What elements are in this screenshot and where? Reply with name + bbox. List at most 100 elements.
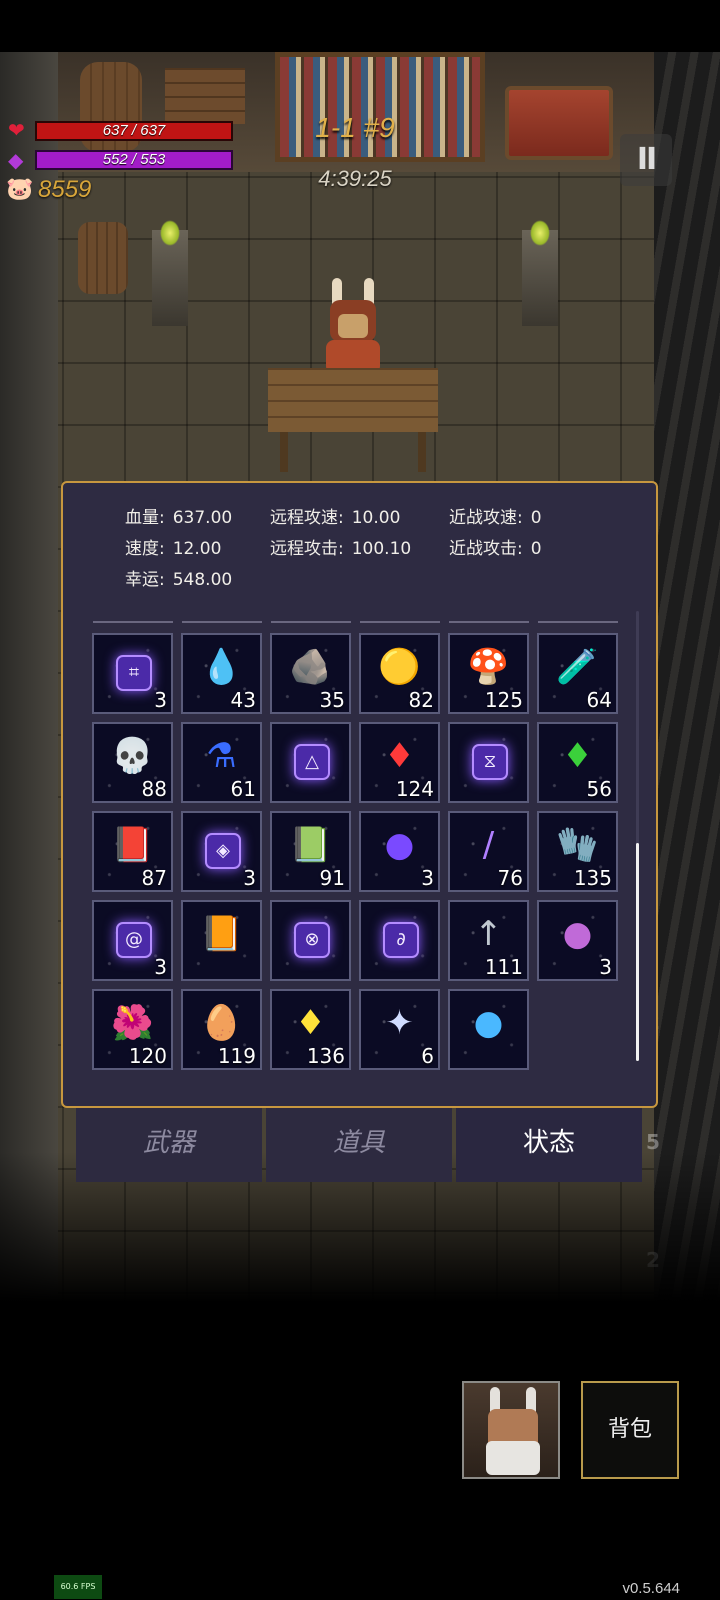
item-count: 76 [497, 866, 523, 890]
item-count: 88 [141, 777, 167, 801]
inventory-slot[interactable]: ● [448, 989, 529, 1070]
heart-icon: ❤ [8, 118, 25, 142]
inventory-slot[interactable]: 🌺 120 [92, 989, 173, 1070]
item-count: 124 [395, 777, 434, 801]
inventory-slot[interactable]: /76 [448, 811, 529, 892]
stat-label: 速度: [125, 539, 165, 559]
tab-status[interactable]: 状态 [456, 1108, 642, 1182]
rune-cross-icon: ⊗ [294, 922, 330, 958]
inventory-slot[interactable]: 🥚 119 [181, 989, 262, 1070]
tab-items[interactable]: 道具 [266, 1108, 452, 1182]
green-potion-icon: 🧪 [556, 647, 599, 687]
inventory-slot[interactable]: △ [270, 722, 351, 803]
stat-label: 幸运: [125, 570, 165, 590]
item-count: 111 [484, 955, 523, 979]
inventory-slot[interactable]: 📕 87 [92, 811, 173, 892]
inventory-slot[interactable]: ♦ 136 [270, 989, 351, 1070]
stat-value: 0 [530, 508, 542, 528]
item-count: 56 [586, 777, 612, 801]
item-count: 125 [484, 688, 523, 712]
blue-energy-orb-icon: ● [473, 1003, 504, 1043]
inventory-slot[interactable]: ✦ 6 [359, 989, 440, 1070]
scrollbar-thumb[interactable] [636, 843, 639, 1061]
stat-ranged-speed: 远程攻速: 10.00 [270, 503, 400, 528]
gold-counter: 8559 [38, 176, 92, 203]
item-count: 64 [586, 688, 612, 712]
panel-tabs: 武器 道具 状态 [76, 1108, 642, 1182]
stat-label: 远程攻速: [270, 508, 344, 528]
item-count: 120 [128, 1044, 167, 1068]
stat-speed: 速度: 12.00 [125, 534, 221, 559]
inventory-slot[interactable]: 💀 88 [92, 722, 173, 803]
water-drop-icon: 💧 [200, 647, 243, 687]
run-timer: 4:39:25 [318, 166, 392, 191]
stat-label: 近战攻速: [449, 508, 523, 528]
green-crystal-icon: ♦ [562, 736, 593, 776]
inventory-slot[interactable]: 🍄 125 [448, 633, 529, 714]
inventory-slot[interactable]: ⧖ [448, 722, 529, 803]
blue-potion-icon: ⚗ [206, 736, 237, 776]
rune-spiral-icon: @ [116, 922, 152, 958]
backpack-button[interactable]: 背包 [581, 1381, 679, 1479]
inventory-slot[interactable]: 🟡 82 [359, 633, 440, 714]
inventory-slot[interactable]: 🪨 35 [270, 633, 351, 714]
seed-icon: 🥚 [200, 1003, 243, 1043]
tab-weapons[interactable]: 武器 [76, 1108, 262, 1182]
inventory-slot[interactable]: ◈ 3 [181, 811, 262, 892]
item-count: 136 [306, 1044, 345, 1068]
treasure-chest[interactable] [505, 86, 613, 160]
flame-icon [530, 220, 550, 246]
bookshelf [275, 52, 485, 162]
right-wall [654, 52, 720, 1302]
stone-tablet-icon: 🪨 [289, 647, 332, 687]
fps-counter: 60.6 FPS [54, 1575, 102, 1599]
inventory-slot[interactable]: 🧤 135 [537, 811, 618, 892]
inventory-slot[interactable]: ⊗ [270, 900, 351, 981]
mp-bar: 552 / 553 [35, 150, 233, 170]
portrait-beard [486, 1441, 540, 1475]
rune-hourglass-icon: ⧖ [472, 744, 508, 780]
item-count: 87 [141, 866, 167, 890]
crate [165, 68, 245, 124]
stat-label: 近战攻击: [449, 539, 523, 559]
item-scrollbar[interactable] [636, 611, 639, 1061]
red-crystal-icon: ♦ [384, 736, 415, 776]
stat-melee-attack: 近战攻击: 0 [449, 534, 542, 559]
inventory-slot[interactable]: ♦ 124 [359, 722, 440, 803]
rune-hook-icon: ∂ [383, 922, 419, 958]
item-count: 119 [217, 1044, 256, 1068]
inventory-slot[interactable]: ∂ [359, 900, 440, 981]
item-count: 43 [230, 688, 256, 712]
item-count: 135 [573, 866, 612, 890]
inventory-slot[interactable]: 📙 [181, 900, 262, 981]
inventory-slot[interactable]: ⌗ 3 [92, 633, 173, 714]
barrel [78, 222, 128, 294]
inventory-slot[interactable]: 📗 91 [270, 811, 351, 892]
inventory-slot[interactable]: ● 3 [359, 811, 440, 892]
feathered-skull-icon: 💀 [111, 736, 154, 776]
stat-ranged-attack: 远程攻击: 100.10 [270, 534, 411, 559]
side-count: 5 [646, 1130, 660, 1154]
version-label: v0.5.644 [622, 1580, 680, 1597]
item-count: 3 [243, 866, 256, 890]
item-count: 3 [154, 955, 167, 979]
item-count: 82 [408, 688, 434, 712]
inventory-slot[interactable]: ⚗ 61 [181, 722, 262, 803]
merchant-npc[interactable] [322, 278, 384, 374]
mana-gem-icon: ◆ [8, 148, 24, 172]
arrow-bone-icon: ↑ [474, 914, 503, 954]
inventory-slot[interactable]: 🧪 64 [537, 633, 618, 714]
character-portrait-button[interactable] [462, 1381, 560, 1479]
pause-button[interactable]: II [620, 134, 672, 186]
inventory-slot[interactable]: ♦ 56 [537, 722, 618, 803]
inventory-slot[interactable]: 💧 43 [181, 633, 262, 714]
gold-coin-icon: 🟡 [378, 647, 421, 687]
level-indicator: 1-1 #9 [315, 112, 395, 143]
red-spellbook-icon: 📕 [111, 825, 154, 865]
stat-label: 远程攻击: [270, 539, 344, 559]
inventory-slot[interactable]: @3 [92, 900, 173, 981]
inventory-slot[interactable]: ● 3 [537, 900, 618, 981]
inventory-slot[interactable]: ↑ 111 [448, 900, 529, 981]
stat-value: 10.00 [351, 508, 401, 528]
torch-pillar [152, 220, 188, 326]
